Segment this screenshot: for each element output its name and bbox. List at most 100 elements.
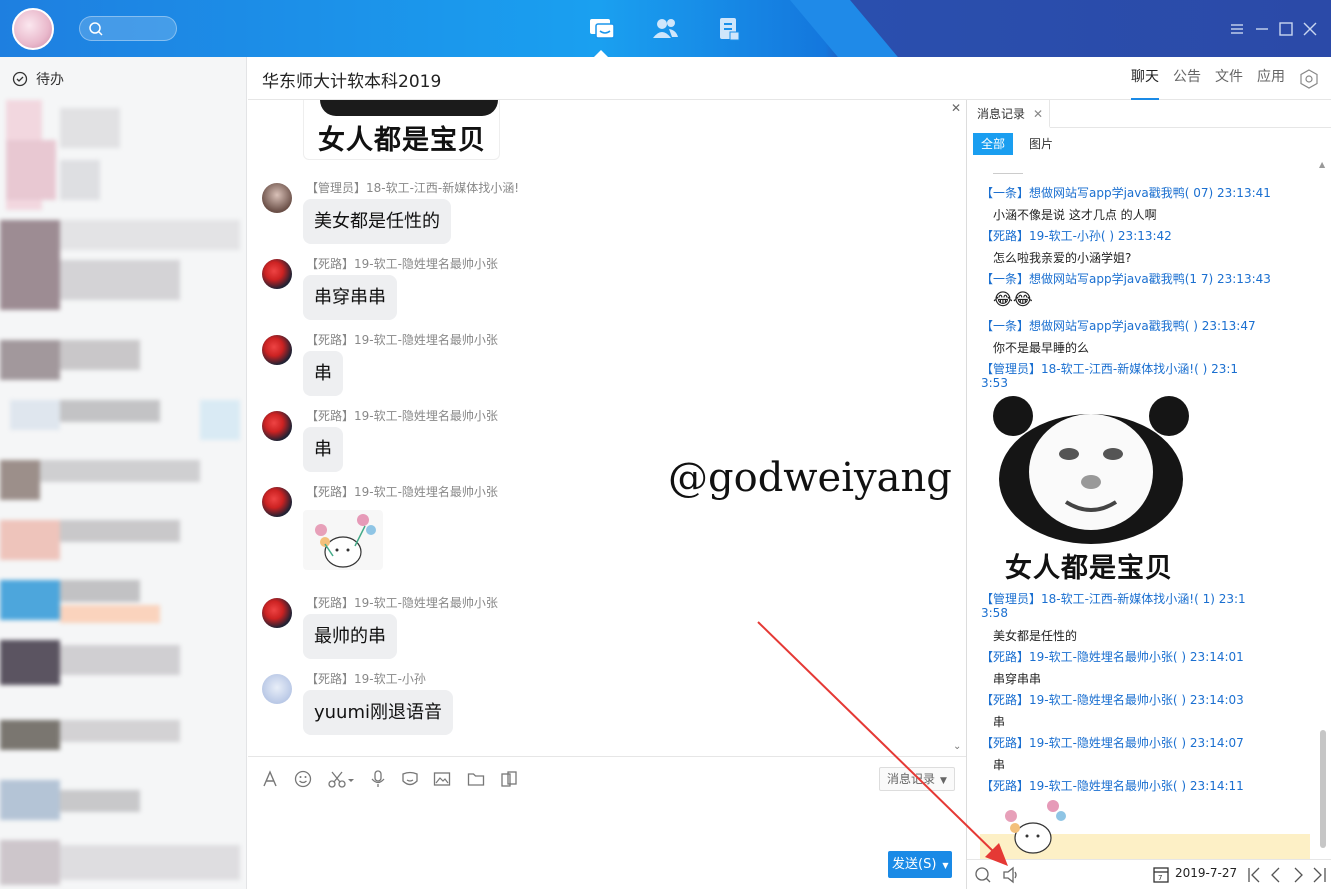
message-bubble[interactable]: 串 xyxy=(303,351,343,396)
avatar[interactable] xyxy=(262,335,292,365)
history-message: 美女都是任性的 xyxy=(993,629,1078,643)
sender-name: 【死路】19-软工-隐姓埋名最帅小张 xyxy=(306,596,498,610)
message-history-button[interactable]: 消息记录 ▼ xyxy=(879,767,955,791)
chat-nav-icon[interactable] xyxy=(587,14,617,44)
composer[interactable]: 消息记录 ▼ 发送(S) ▼ xyxy=(248,756,966,889)
first-page-icon xyxy=(1248,867,1260,883)
history-footer: 7 2019-7-27 xyxy=(967,859,1331,889)
message-area[interactable]: 女人都是宝贝 【管理员】18-软工-江西-新媒体找小涵! 美女都是任性的 【死路… xyxy=(248,100,966,756)
history-message: 小涵不像是说 这才几点 的人啊 xyxy=(993,208,1157,222)
docs-nav-icon[interactable] xyxy=(714,14,744,44)
avatar[interactable] xyxy=(262,411,292,441)
page-navigation[interactable] xyxy=(1245,865,1329,885)
history-sender-cont: 3:53 xyxy=(981,376,1008,390)
search-input[interactable] xyxy=(79,16,177,41)
search-icon xyxy=(89,22,103,36)
avatar[interactable] xyxy=(262,183,292,213)
history-sender: 【死路】19-软工-小孙( ) 23:13:42 xyxy=(981,229,1172,243)
maximize-icon[interactable] xyxy=(1275,18,1297,40)
close-icon[interactable] xyxy=(1299,18,1321,40)
check-circle-icon xyxy=(12,71,28,86)
tab-files[interactable]: 文件 xyxy=(1215,57,1243,100)
filter-images[interactable]: 图片 xyxy=(1029,133,1053,155)
minimize-icon[interactable] xyxy=(1251,18,1273,40)
more-tools-icon[interactable] xyxy=(499,769,519,789)
history-list[interactable]: 【一条】想做网站写app学java戳我鸭( 07) 23:13:41 小涵不像是… xyxy=(967,160,1317,860)
message-bubble[interactable]: 最帅的串 xyxy=(303,614,397,659)
history-message: 串 xyxy=(993,758,1006,772)
top-bar-accent xyxy=(790,0,898,57)
header-tabs: 聊天 公告 文件 应用 xyxy=(1131,57,1331,100)
flower-sticker[interactable] xyxy=(303,510,383,570)
menu-icon[interactable] xyxy=(1226,18,1248,40)
history-message: 串 xyxy=(993,715,1006,729)
history-sender: 【一条】想做网站写app学java戳我鸭(1 7) 23:13:43 xyxy=(981,272,1271,286)
prev-page-icon xyxy=(1271,867,1280,883)
emoji-icon[interactable] xyxy=(293,769,313,789)
history-date[interactable]: 2019-7-27 xyxy=(1175,866,1237,880)
settings-icon[interactable] xyxy=(1299,68,1319,89)
microphone-icon[interactable] xyxy=(368,769,388,789)
message-bubble[interactable]: 串穿串串 xyxy=(303,275,397,320)
todo-label: 待办 xyxy=(36,71,64,88)
todo-item[interactable]: 待办 xyxy=(0,57,246,100)
group-title: 华东师大计软本科2019 xyxy=(262,72,442,92)
sender-name: 【死路】19-软工-隐姓埋名最帅小张 xyxy=(306,485,498,499)
history-message: 😂😂 xyxy=(993,290,1033,310)
message-bubble[interactable]: yuumi刚退语音 xyxy=(303,690,454,735)
sender-name: 【死路】19-软工-隐姓埋名最帅小张 xyxy=(306,409,498,423)
history-sender: 【死路】19-软工-隐姓埋名最帅小张( ) 23:14:11 xyxy=(981,779,1244,793)
history-sender: 【死路】19-软工-隐姓埋名最帅小张( ) 23:14:03 xyxy=(981,693,1244,707)
history-sender: 【一条】想做网站写app学java戳我鸭( 07) 23:13:41 xyxy=(981,186,1271,200)
flower-sticker-thumb[interactable] xyxy=(993,796,1073,856)
avatar[interactable] xyxy=(262,674,292,704)
image-icon[interactable] xyxy=(432,769,452,789)
sender-name: 【死路】19-软工-隐姓埋名最帅小张 xyxy=(306,257,498,271)
scroll-down-icon[interactable]: ⌄ xyxy=(953,741,961,752)
sender-name: 【管理员】18-软工-江西-新媒体找小涵! xyxy=(306,181,520,195)
blurred-conversations xyxy=(0,100,246,889)
search-history-icon[interactable] xyxy=(973,865,993,885)
history-sender: 【一条】想做网站写app学java戳我鸭( ) 23:13:47 xyxy=(981,319,1256,333)
tab-chat[interactable]: 聊天 xyxy=(1131,57,1159,100)
folder-icon[interactable] xyxy=(466,769,486,789)
tab-apps[interactable]: 应用 xyxy=(1257,57,1285,100)
sticker-message[interactable]: 女人都是宝贝 xyxy=(303,100,500,160)
tab-announcement[interactable]: 公告 xyxy=(1173,57,1201,100)
last-page-icon xyxy=(1313,867,1326,883)
font-icon[interactable] xyxy=(260,769,280,789)
close-tab-icon[interactable]: ✕ xyxy=(1033,107,1043,121)
sender-name: 【死路】19-软工-隐姓埋名最帅小张 xyxy=(306,333,498,347)
user-avatar[interactable] xyxy=(12,8,54,50)
next-page-icon xyxy=(1294,867,1303,883)
contacts-nav-icon[interactable] xyxy=(650,14,680,44)
history-message: 串穿串串 xyxy=(993,672,1042,686)
history-message: 你不是最早睡的么 xyxy=(993,341,1090,355)
send-button[interactable]: 发送(S) ▼ xyxy=(888,851,952,878)
avatar[interactable] xyxy=(262,487,292,517)
sticker-caption: 女人都是宝贝 xyxy=(318,125,486,156)
svg-text:7: 7 xyxy=(1158,874,1162,882)
conversation-list[interactable]: 待办 xyxy=(0,57,247,889)
watermark-text: @godweiyang xyxy=(668,455,952,501)
history-sender: 【管理员】18-软工-江西-新媒体找小涵!( ) 23:1 xyxy=(981,362,1239,376)
image-fragment xyxy=(993,160,1023,174)
volume-icon[interactable] xyxy=(1001,865,1021,885)
calendar-icon[interactable]: 7 xyxy=(1153,865,1169,883)
avatar[interactable] xyxy=(262,259,292,289)
scroll-thumb[interactable] xyxy=(1320,730,1326,848)
history-scrollbar[interactable]: ▲ xyxy=(1319,160,1327,850)
close-history-arrow-icon[interactable]: ✕ xyxy=(951,101,961,115)
chat-header: 华东师大计软本科2019 聊天 公告 文件 应用 xyxy=(248,57,1331,100)
sticker-icon[interactable] xyxy=(400,769,420,789)
message-bubble[interactable]: 美女都是任性的 xyxy=(303,199,451,244)
history-message: 怎么啦我亲爱的小涵学姐? xyxy=(993,251,1132,265)
sender-name: 【死路】19-软工-小孙 xyxy=(306,672,426,686)
history-tab[interactable]: 消息记录 ✕ xyxy=(967,100,1050,128)
active-nav-indicator xyxy=(594,50,608,57)
avatar[interactable] xyxy=(262,598,292,628)
panda-sticker[interactable]: 女人都是宝贝 xyxy=(991,394,1191,584)
filter-all[interactable]: 全部 xyxy=(973,133,1013,155)
message-bubble[interactable]: 串 xyxy=(303,427,343,472)
screenshot-icon[interactable] xyxy=(327,769,355,789)
